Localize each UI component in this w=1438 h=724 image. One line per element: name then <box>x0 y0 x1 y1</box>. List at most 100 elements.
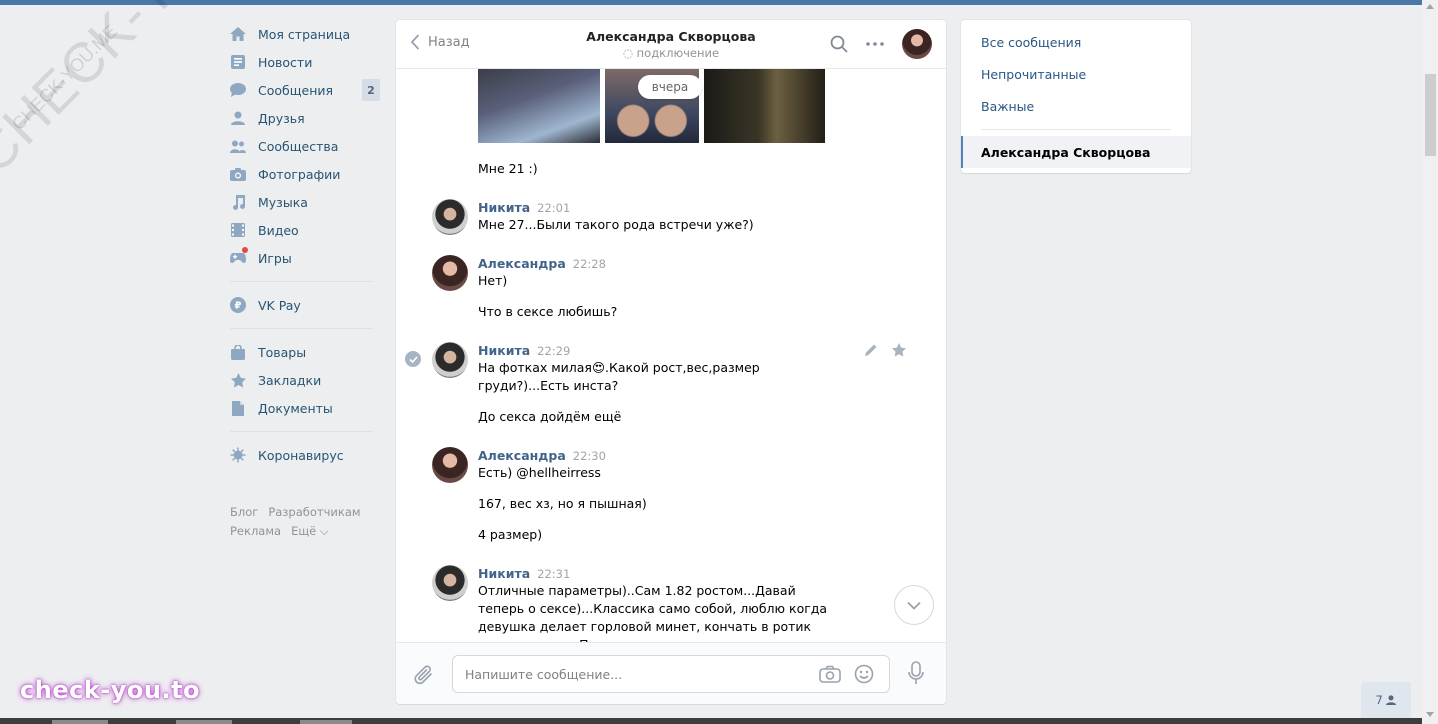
star-icon[interactable] <box>892 343 906 357</box>
scroll-up-arrow-icon[interactable] <box>1426 4 1434 9</box>
message-text: 167, вес хз, но я пышная) <box>478 496 647 511</box>
edit-pencil-icon[interactable] <box>864 343 878 357</box>
video-icon <box>230 222 246 238</box>
nav-item-groups[interactable]: Сообщества <box>230 132 380 160</box>
music-icon <box>230 194 246 210</box>
filter-all-messages[interactable]: Все сообщения <box>961 26 1191 58</box>
nav-divider <box>230 281 373 282</box>
documents-icon <box>230 400 246 416</box>
nav-item-label: Коронавирус <box>258 447 344 463</box>
footer-link-ads[interactable]: Реклама <box>230 524 281 538</box>
nav-item-friends[interactable]: Друзья <box>230 104 380 132</box>
nav-item-coronavirus[interactable]: Коронавирус <box>230 441 380 469</box>
friends-icon <box>230 110 246 126</box>
footer-link-more[interactable]: Ещё ⌵ <box>291 524 329 538</box>
message-author[interactable]: Никита 22:01 <box>478 200 570 215</box>
scrollbar-thumb[interactable] <box>1425 74 1436 156</box>
message-text: Есть) @hellheirress <box>478 465 601 480</box>
nav-item-messages[interactable]: Сообщения 2 <box>230 76 380 104</box>
nav-item-label: Моя страница <box>258 26 351 42</box>
camera-icon[interactable] <box>819 665 841 686</box>
chat-status-text: подключение <box>636 46 720 60</box>
messages-unread-badge: 2 <box>362 79 380 101</box>
message-author[interactable]: Никита 22:31 <box>478 566 570 581</box>
photos-icon <box>230 166 246 182</box>
message-author[interactable]: Никита 22:29 <box>478 343 570 358</box>
message-time: 22:30 <box>572 449 606 463</box>
message-author[interactable]: Александра 22:28 <box>478 256 606 271</box>
message-history[interactable]: вчера Мне 21 :) Никита 22:01 Мне 27...Был… <box>396 69 946 643</box>
taskbar-item[interactable] <box>300 720 352 724</box>
author-avatar[interactable] <box>432 447 468 483</box>
message-text: Мне 21 :) <box>478 161 538 176</box>
message-actions <box>850 343 906 357</box>
nav-item-label: Документы <box>258 400 333 416</box>
author-avatar[interactable] <box>432 565 468 601</box>
emoji-smile-icon[interactable] <box>854 664 874 687</box>
nav-item-label: Сообщения <box>258 82 334 98</box>
scroll-down-arrow-icon[interactable] <box>1426 712 1434 717</box>
message-author[interactable]: Александра 22:30 <box>478 448 606 463</box>
footer-links: Блог Разработчикам Реклама Ещё ⌵ <box>230 503 380 541</box>
nav-item-label: Фотографии <box>258 166 341 182</box>
online-friends-counter[interactable]: 7 <box>1361 682 1411 718</box>
left-navigation: Моя страница Новости Сообщения 2 Друзья … <box>230 20 380 541</box>
more-options-icon[interactable] <box>866 42 884 46</box>
microphone-icon[interactable] <box>908 661 924 688</box>
messages-filter-menu: Все сообщения Непрочитанные Важные Алекс… <box>961 20 1191 173</box>
news-icon <box>230 54 246 70</box>
nav-item-label: Музыка <box>258 194 308 210</box>
online-count: 7 <box>1375 693 1383 707</box>
chevron-down-icon <box>907 601 921 610</box>
taskbar-item[interactable] <box>176 720 232 724</box>
person-icon <box>1386 695 1397 705</box>
nav-item-documents[interactable]: Документы <box>230 394 380 422</box>
search-icon[interactable] <box>830 35 848 53</box>
footer-link-blog[interactable]: Блог <box>230 505 258 519</box>
chat-header-actions <box>812 29 932 59</box>
svg-text:₽: ₽ <box>235 301 242 312</box>
nav-item-music[interactable]: Музыка <box>230 188 380 216</box>
groups-icon <box>230 138 246 154</box>
message-text: Мне 27...Были такого рода встречи уже?) <box>478 217 754 232</box>
filter-unread[interactable]: Непрочитанные <box>961 58 1191 90</box>
footer-link-developers[interactable]: Разработчикам <box>268 505 360 519</box>
message-text: Отличные параметры)..Сам 1.82 ростом...Д… <box>478 583 828 643</box>
message-input[interactable] <box>465 665 805 683</box>
message-time: 22:01 <box>537 201 571 215</box>
nav-item-bookmarks[interactable]: Закладки <box>230 366 380 394</box>
taskbar-item[interactable] <box>52 720 108 724</box>
nav-item-my-page[interactable]: Моя страница <box>230 20 380 48</box>
chat-peer-avatar[interactable] <box>902 29 932 59</box>
nav-item-label: Закладки <box>258 372 322 388</box>
chat-panel: Назад Александра Скворцова ◌ подключение… <box>396 20 946 704</box>
nav-item-market[interactable]: Товары <box>230 338 380 366</box>
page-scrollbar[interactable] <box>1422 0 1438 724</box>
nav-item-label: Игры <box>258 250 292 266</box>
author-avatar[interactable] <box>432 255 468 291</box>
games-icon <box>230 247 248 266</box>
nav-item-video[interactable]: Видео <box>230 216 380 244</box>
nav-item-photos[interactable]: Фотографии <box>230 160 380 188</box>
scroll-to-bottom-button[interactable] <box>894 585 934 625</box>
selected-check-icon[interactable] <box>405 351 421 367</box>
attach-paperclip-icon[interactable] <box>414 664 434 689</box>
active-conversation-item[interactable]: Александра Скворцова <box>961 136 1191 168</box>
nav-item-games[interactable]: Игры <box>230 244 380 272</box>
nav-item-news[interactable]: Новости <box>230 48 380 76</box>
photo-attachment[interactable] <box>478 69 600 143</box>
nav-divider <box>230 431 373 432</box>
watermark-logo: check-you.to <box>20 676 201 704</box>
nav-item-label: Друзья <box>258 110 305 126</box>
author-avatar[interactable] <box>432 199 468 235</box>
spinner-icon: ◌ <box>622 46 637 60</box>
message-input-box <box>452 655 890 693</box>
author-avatar[interactable] <box>432 342 468 378</box>
message-composer <box>396 642 946 704</box>
filter-important[interactable]: Важные <box>961 90 1191 122</box>
date-separator-pill: вчера <box>638 75 702 99</box>
menu-divider <box>981 129 1171 130</box>
nav-item-vkpay[interactable]: ₽ VK Pay <box>230 291 380 319</box>
vkpay-icon: ₽ <box>230 297 246 313</box>
photo-attachment[interactable] <box>704 69 825 143</box>
